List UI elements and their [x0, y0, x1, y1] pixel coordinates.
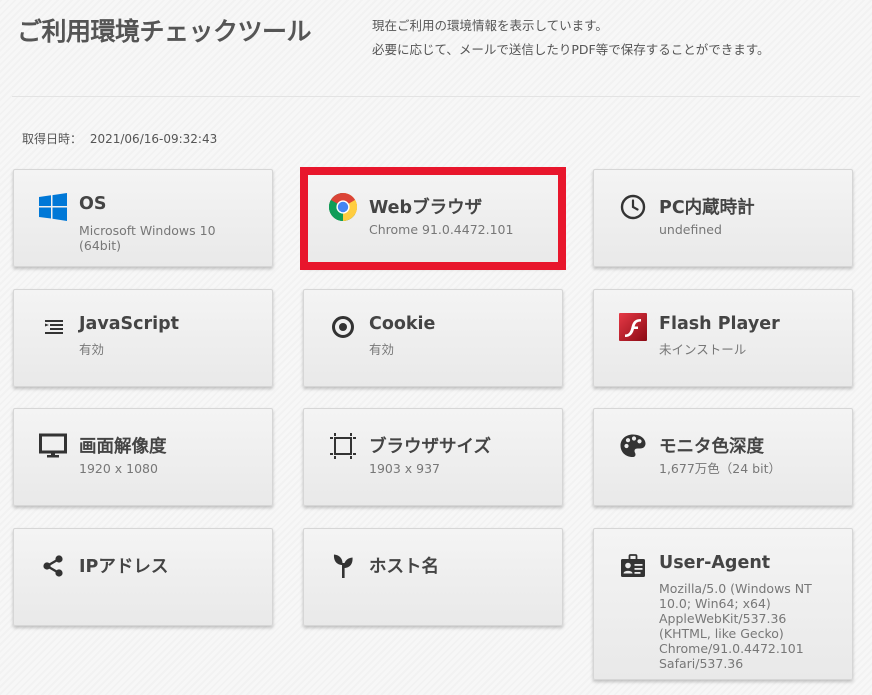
card-resolution: 画面解像度 1920 x 1080: [13, 408, 273, 506]
card-host: ホスト名: [303, 528, 563, 626]
page-description: 現在ご利用の環境情報を表示しています。 必要に応じて、メールで送信したりPDF等…: [372, 14, 769, 62]
card-resolution-value: 1920 x 1080: [79, 461, 158, 476]
id-card-icon: [618, 551, 648, 581]
card-ip-label: IPアドレス: [79, 557, 169, 577]
palette-icon: [618, 431, 648, 461]
card-javascript-label: JavaScript: [79, 314, 180, 334]
card-color-depth-label: モニタ色深度: [659, 437, 764, 457]
card-clock: PC内蔵時計 undefined: [593, 169, 853, 267]
card-ip: IPアドレス: [13, 528, 273, 626]
script-lines-icon: [38, 312, 68, 342]
card-host-label: ホスト名: [369, 557, 439, 577]
sprout-icon: [328, 551, 358, 581]
monitor-icon: [38, 431, 68, 461]
page-title: ご利用環境チェックツール: [17, 17, 312, 46]
card-browser-size: ブラウザサイズ 1903 x 937: [303, 408, 563, 506]
flash-icon: [618, 312, 648, 342]
highlight-frame: [300, 167, 566, 270]
card-color-depth-value: 1,677万色（24 bit）: [659, 461, 781, 476]
description-line-2: 必要に応じて、メールで送信したりPDF等で保存することができます。: [372, 42, 770, 57]
windows-icon: [38, 192, 68, 222]
acquired-label: 取得日時：: [22, 132, 83, 146]
card-cookie-value: 有効: [369, 342, 395, 357]
card-cookie: Cookie 有効: [303, 289, 563, 387]
card-user-agent: User-Agent Mozilla/5.0 (Windows NT 10.0;…: [593, 528, 853, 680]
card-clock-value: undefined: [659, 222, 722, 237]
header-divider: [12, 96, 860, 97]
crop-frame-icon: [328, 431, 358, 461]
card-os-label: OS: [79, 194, 107, 214]
card-os-value: Microsoft Windows 10 (64bit): [79, 223, 216, 253]
card-clock-label: PC内蔵時計: [659, 198, 755, 218]
card-flash-value: 未インストール: [659, 342, 747, 357]
card-user-agent-label: User-Agent: [659, 553, 771, 573]
card-user-agent-value: Mozilla/5.0 (Windows NT 10.0; Win64; x64…: [659, 581, 812, 671]
cookie-icon: [328, 312, 358, 342]
card-flash: Flash Player 未インストール: [593, 289, 853, 387]
card-os: OS Microsoft Windows 10 (64bit): [13, 169, 273, 267]
card-flash-label: Flash Player: [659, 314, 780, 334]
clock-icon: [618, 192, 648, 222]
share-icon: [38, 551, 68, 581]
acquired-datetime: 取得日時： 2021/06/16-09:32:43: [22, 130, 217, 147]
acquired-value: 2021/06/16-09:32:43: [89, 132, 218, 146]
card-color-depth: モニタ色深度 1,677万色（24 bit）: [593, 408, 853, 506]
card-resolution-label: 画面解像度: [79, 437, 167, 457]
card-javascript: JavaScript 有効: [13, 289, 273, 387]
card-javascript-value: 有効: [79, 342, 105, 357]
description-line-1: 現在ご利用の環境情報を表示しています。: [372, 18, 608, 33]
card-browser-size-label: ブラウザサイズ: [369, 437, 491, 457]
card-browser-size-value: 1903 x 937: [369, 461, 441, 476]
card-cookie-label: Cookie: [369, 314, 436, 334]
